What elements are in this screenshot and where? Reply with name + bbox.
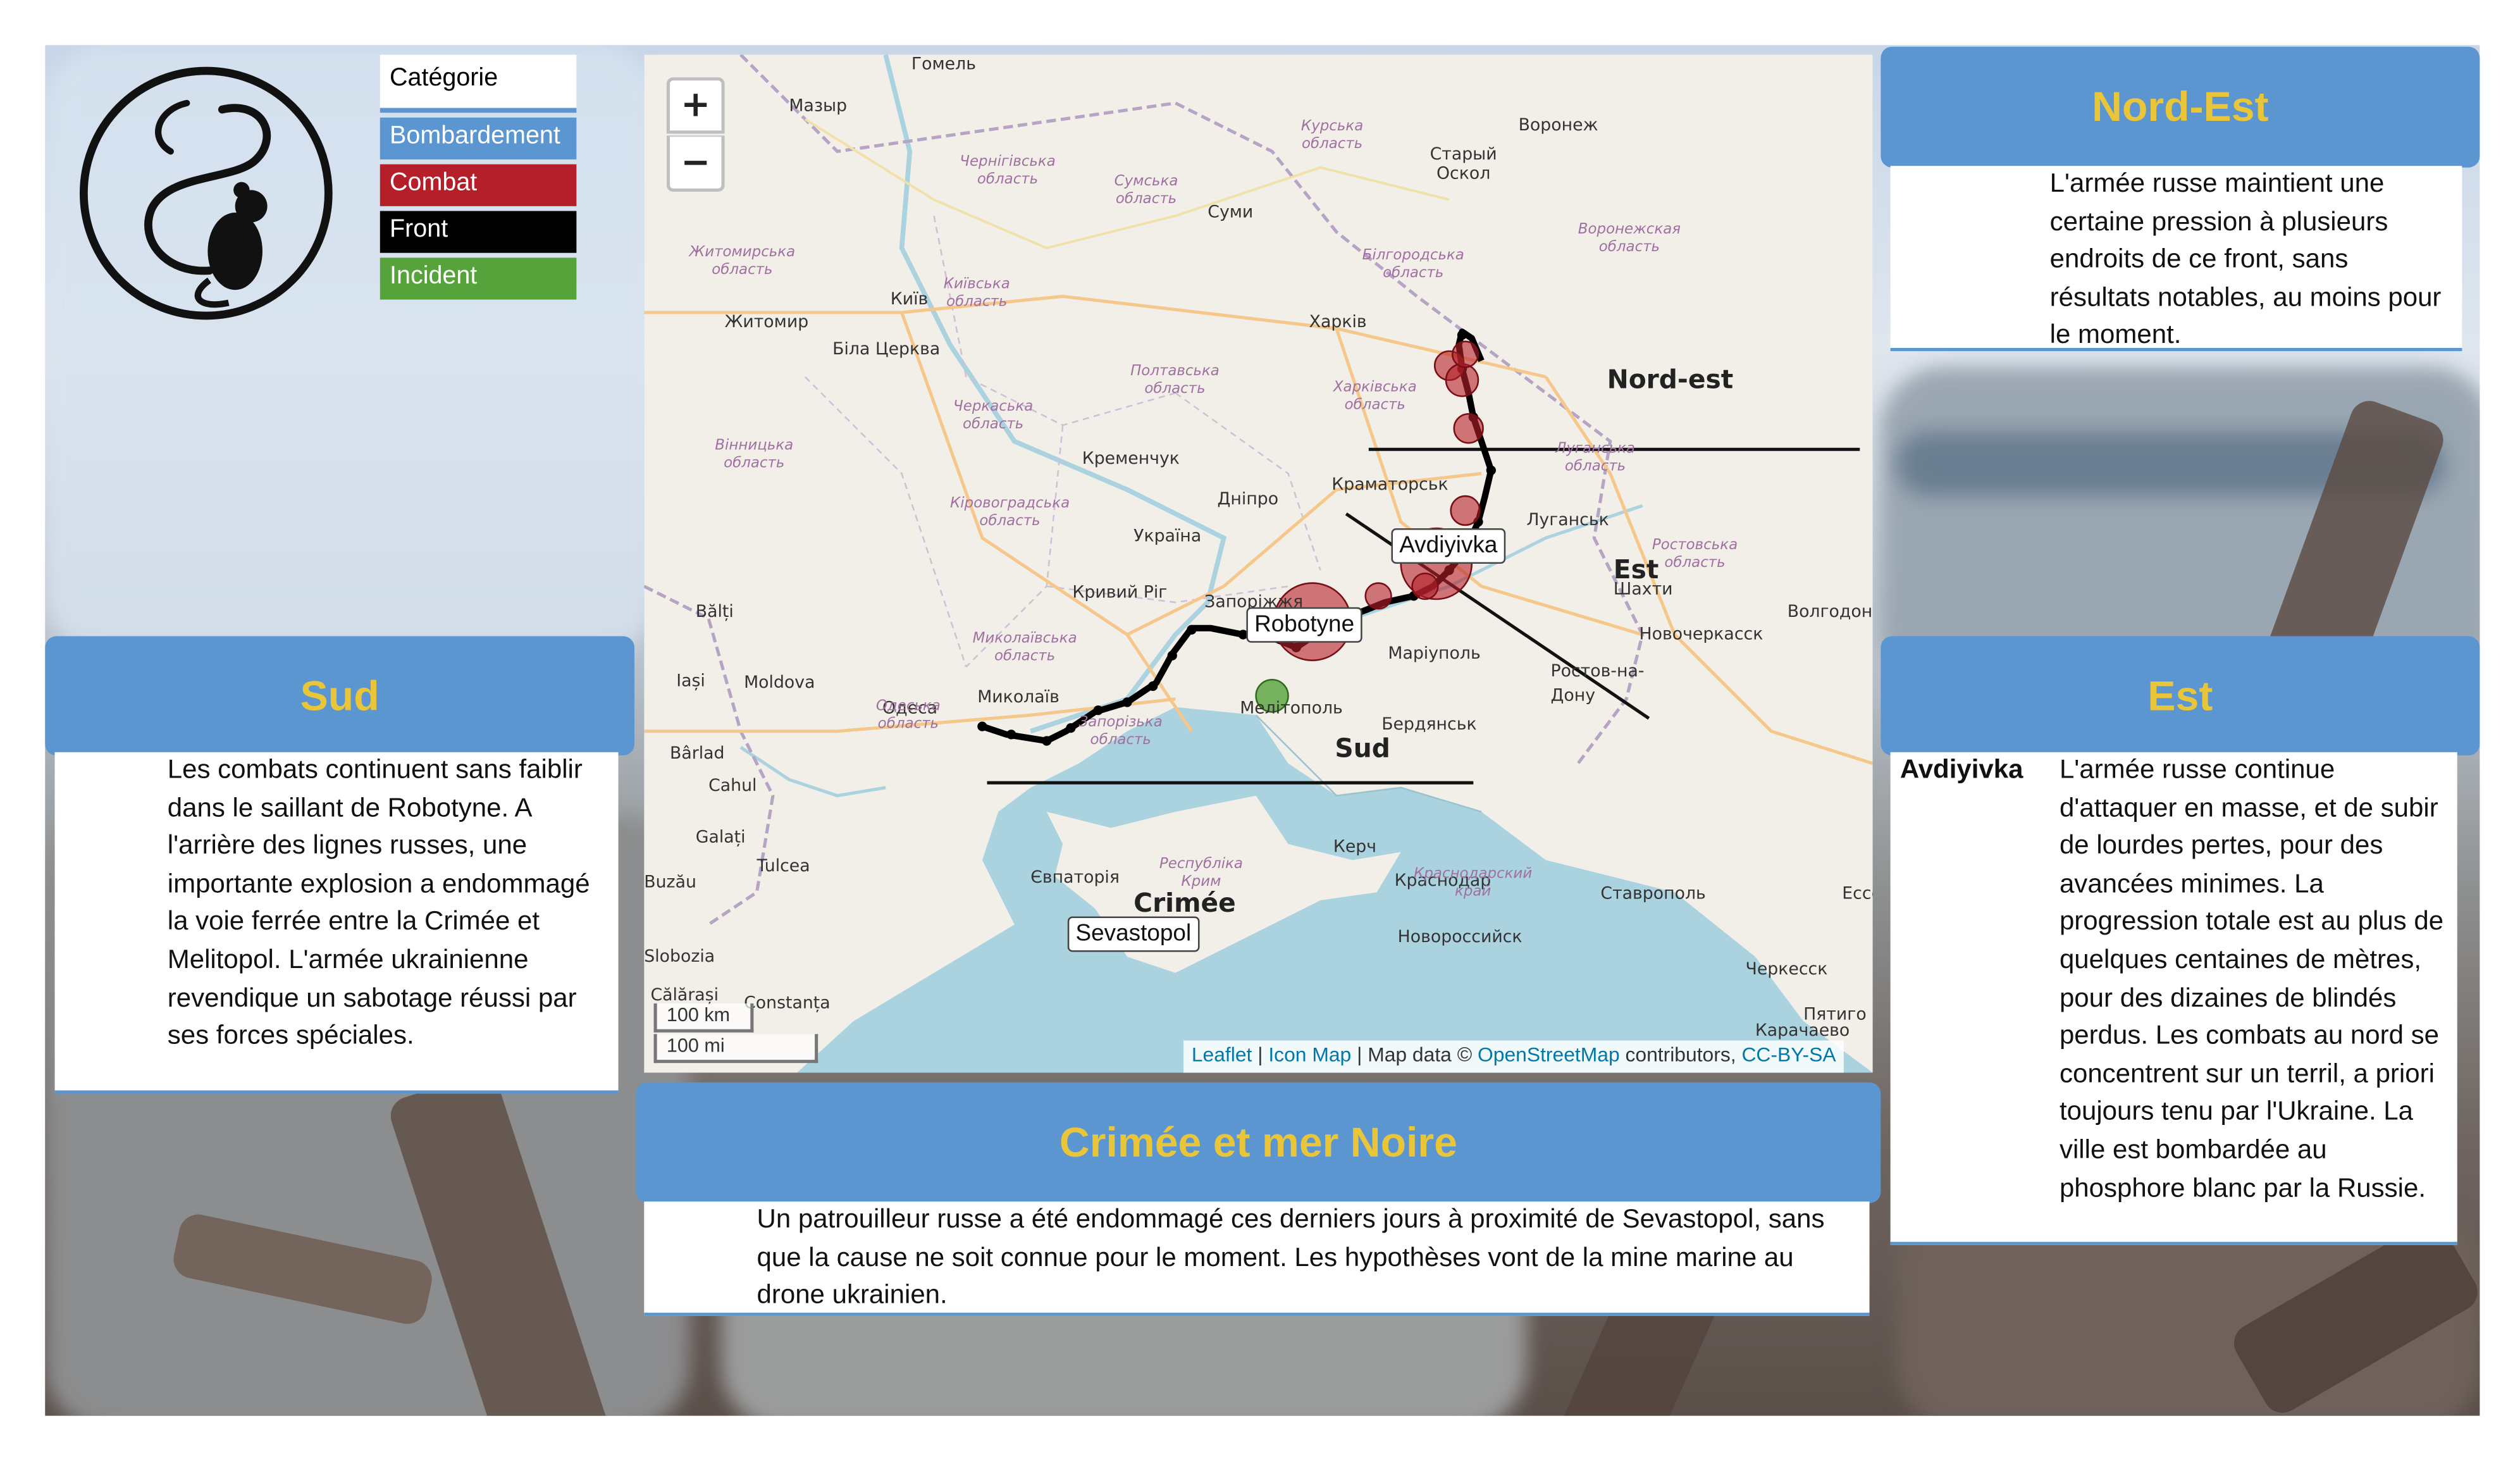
region-label-sud: Sud (1335, 733, 1390, 764)
legend-item-front[interactable]: Front (380, 211, 577, 253)
scale-km: 100 km (653, 1003, 754, 1033)
panel-nord-est-body: L'armée russe maintient une certaine pre… (1890, 166, 2462, 351)
marker-label-sevastopol[interactable]: Sevastopol (1067, 916, 1199, 952)
zoom-out-button[interactable]: − (666, 135, 725, 192)
region-label-crimee: Crimée (1133, 887, 1236, 919)
osm-link[interactable]: OpenStreetMap (1478, 1044, 1620, 1067)
panel-sud-text: Les combats continuent sans faiblir dans… (167, 755, 590, 1051)
panel-crimee-body: Un patrouilleur russe a été endommagé ce… (644, 1201, 1870, 1316)
map-view[interactable]: Гомель Мазыр Воронеж Старый Оскол Суми Ки… (644, 54, 1873, 1073)
license-link[interactable]: CC-BY-SA (1741, 1044, 1836, 1067)
marker-label-avdiyivka[interactable]: Avdiyivka (1391, 528, 1506, 564)
panel-est-body: Avdiyivka L'armée russe continue d'attaq… (1890, 752, 2457, 1245)
map-attribution: Leaflet | Icon Map | Map data © OpenStre… (1183, 1040, 1844, 1073)
iconmap-link[interactable]: Icon Map (1268, 1044, 1351, 1067)
region-label-nord-est: Nord-est (1607, 364, 1734, 395)
panel-nord-est-text: L'armée russe maintient une certaine pre… (2049, 169, 2442, 351)
panel-sud-title: Sud (300, 671, 380, 719)
panel-est-place: Avdiyivka (1899, 755, 2023, 785)
panel-est-text: L'armée russe continue d'attaquer en mas… (2059, 755, 2444, 1203)
leaflet-link[interactable]: Leaflet (1192, 1044, 1252, 1067)
marker-label-robotyne[interactable]: Robotyne (1246, 607, 1362, 643)
legend-item-bombardement[interactable]: Bombardement (380, 117, 577, 160)
panel-crimee-text: Un patrouilleur russe a été endommagé ce… (757, 1205, 1825, 1310)
attribution-mapdata: | Map data © (1351, 1043, 1478, 1067)
panel-crimee-header: Crimée et mer Noire (636, 1082, 1881, 1203)
panel-est-header: Est (1881, 636, 2480, 755)
panel-nord-est-title: Nord-Est (2092, 82, 2269, 131)
panel-est-title: Est (2147, 671, 2213, 719)
legend-item-incident[interactable]: Incident (380, 258, 577, 300)
panel-crimee-title: Crimée et mer Noire (1059, 1117, 1457, 1167)
logo-rat-icon (74, 61, 338, 325)
scale-mi: 100 mi (653, 1034, 818, 1064)
panel-sud-header: Sud (45, 636, 635, 755)
category-legend: Catégorie Bombardement Combat Front Inci… (380, 54, 577, 300)
panel-sud-body: Les combats continuent sans faiblir dans… (54, 752, 619, 1094)
zoom-in-button[interactable]: + (666, 77, 725, 134)
legend-item-combat[interactable]: Combat (380, 164, 577, 206)
attribution-separator: | (1252, 1043, 1269, 1067)
region-label-est: Est (1613, 554, 1659, 585)
attribution-contributors: contributors, (1619, 1043, 1742, 1067)
legend-title: Catégorie (380, 54, 577, 113)
panel-nord-est-header: Nord-Est (1881, 46, 2480, 168)
